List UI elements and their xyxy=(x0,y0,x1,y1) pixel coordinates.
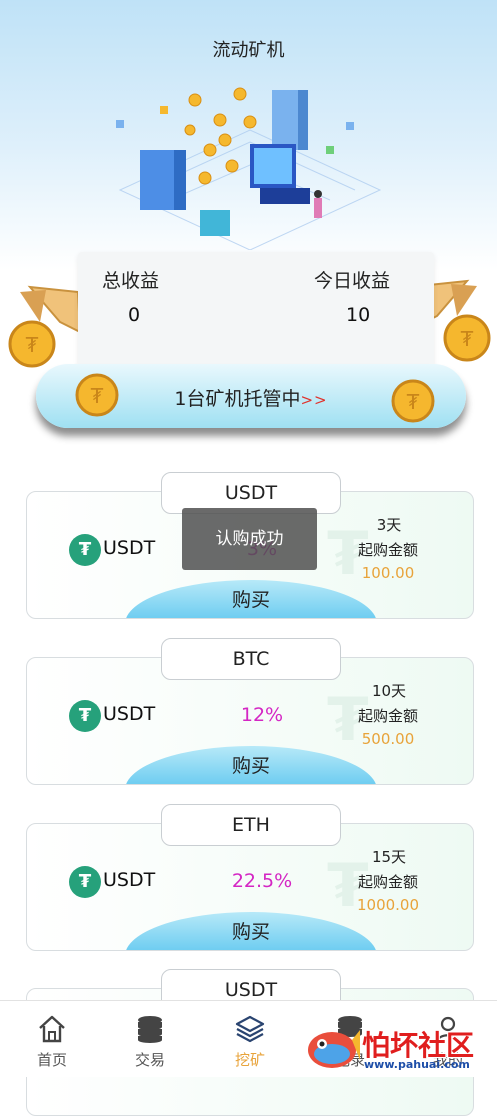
toast-message: 认购成功 xyxy=(182,508,317,570)
total-earnings-value: 0 xyxy=(128,304,141,326)
min-purchase-label: 起购金额 xyxy=(357,707,418,725)
tether-icon: ₮ xyxy=(69,700,101,732)
min-purchase-label: 起购金额 xyxy=(357,541,418,559)
site-watermark-logo: 怕坏社区 www.pahuai.com xyxy=(300,1018,497,1076)
today-earnings-label: 今日收益 xyxy=(314,270,391,292)
watermark-logo-url: www.pahuai.com xyxy=(364,1058,470,1071)
tether-icon: ₮ xyxy=(69,866,101,898)
hero-banner: 流动矿机 xyxy=(0,0,497,270)
coin-name: USDT xyxy=(103,869,156,891)
home-icon xyxy=(39,1015,65,1043)
tether-icon: ₮ xyxy=(69,534,101,566)
tab-label: 交易 xyxy=(134,1051,165,1069)
layers-icon xyxy=(235,1015,265,1043)
min-purchase-amount: 1000.00 xyxy=(356,896,420,914)
svg-text:₮: ₮ xyxy=(407,390,420,414)
tab-label: 首页 xyxy=(36,1051,67,1069)
yield-rate: 22.5% xyxy=(231,870,293,892)
coins-stack-icon xyxy=(138,1016,162,1043)
coin-name: USDT xyxy=(103,703,156,725)
coin-name: USDT xyxy=(103,537,156,559)
chevron-right-icon: >> xyxy=(300,391,328,409)
term-days: 15天 xyxy=(371,848,407,866)
mining-illustration xyxy=(116,87,382,250)
svg-text:₮: ₮ xyxy=(26,333,39,357)
tab-mining[interactable]: 挖矿 xyxy=(200,1001,300,1077)
tab-home[interactable]: 首页 xyxy=(2,1001,102,1077)
coin-icon: ₮ xyxy=(391,379,435,423)
tab-label: 挖矿 xyxy=(234,1051,265,1069)
today-earnings-value: 10 xyxy=(346,304,371,326)
ribbon-coin-left-icon: ₮ xyxy=(8,285,82,368)
min-purchase-label: 起购金额 xyxy=(357,873,418,891)
page-title: 流动矿机 xyxy=(212,40,285,61)
term-days: 10天 xyxy=(371,682,407,700)
product-tag: ETH xyxy=(161,804,341,846)
tab-trade[interactable]: 交易 xyxy=(100,1001,200,1077)
earnings-card: 总收益 0 今日收益 10 xyxy=(78,252,434,372)
hosted-miners-button[interactable]: ₮ 1台矿机托管中>> ₮ xyxy=(36,364,466,428)
hosted-miners-label: 1台矿机托管中 xyxy=(174,388,301,410)
min-purchase-amount: 100.00 xyxy=(361,564,415,582)
total-earnings-label: 总收益 xyxy=(102,270,160,292)
fish-logo-icon xyxy=(308,1030,360,1068)
min-purchase-amount: 500.00 xyxy=(361,730,415,748)
term-days: 3天 xyxy=(376,516,402,534)
yield-rate: 12% xyxy=(240,704,284,726)
svg-text:₮: ₮ xyxy=(461,327,474,351)
product-tag: BTC xyxy=(161,638,341,680)
